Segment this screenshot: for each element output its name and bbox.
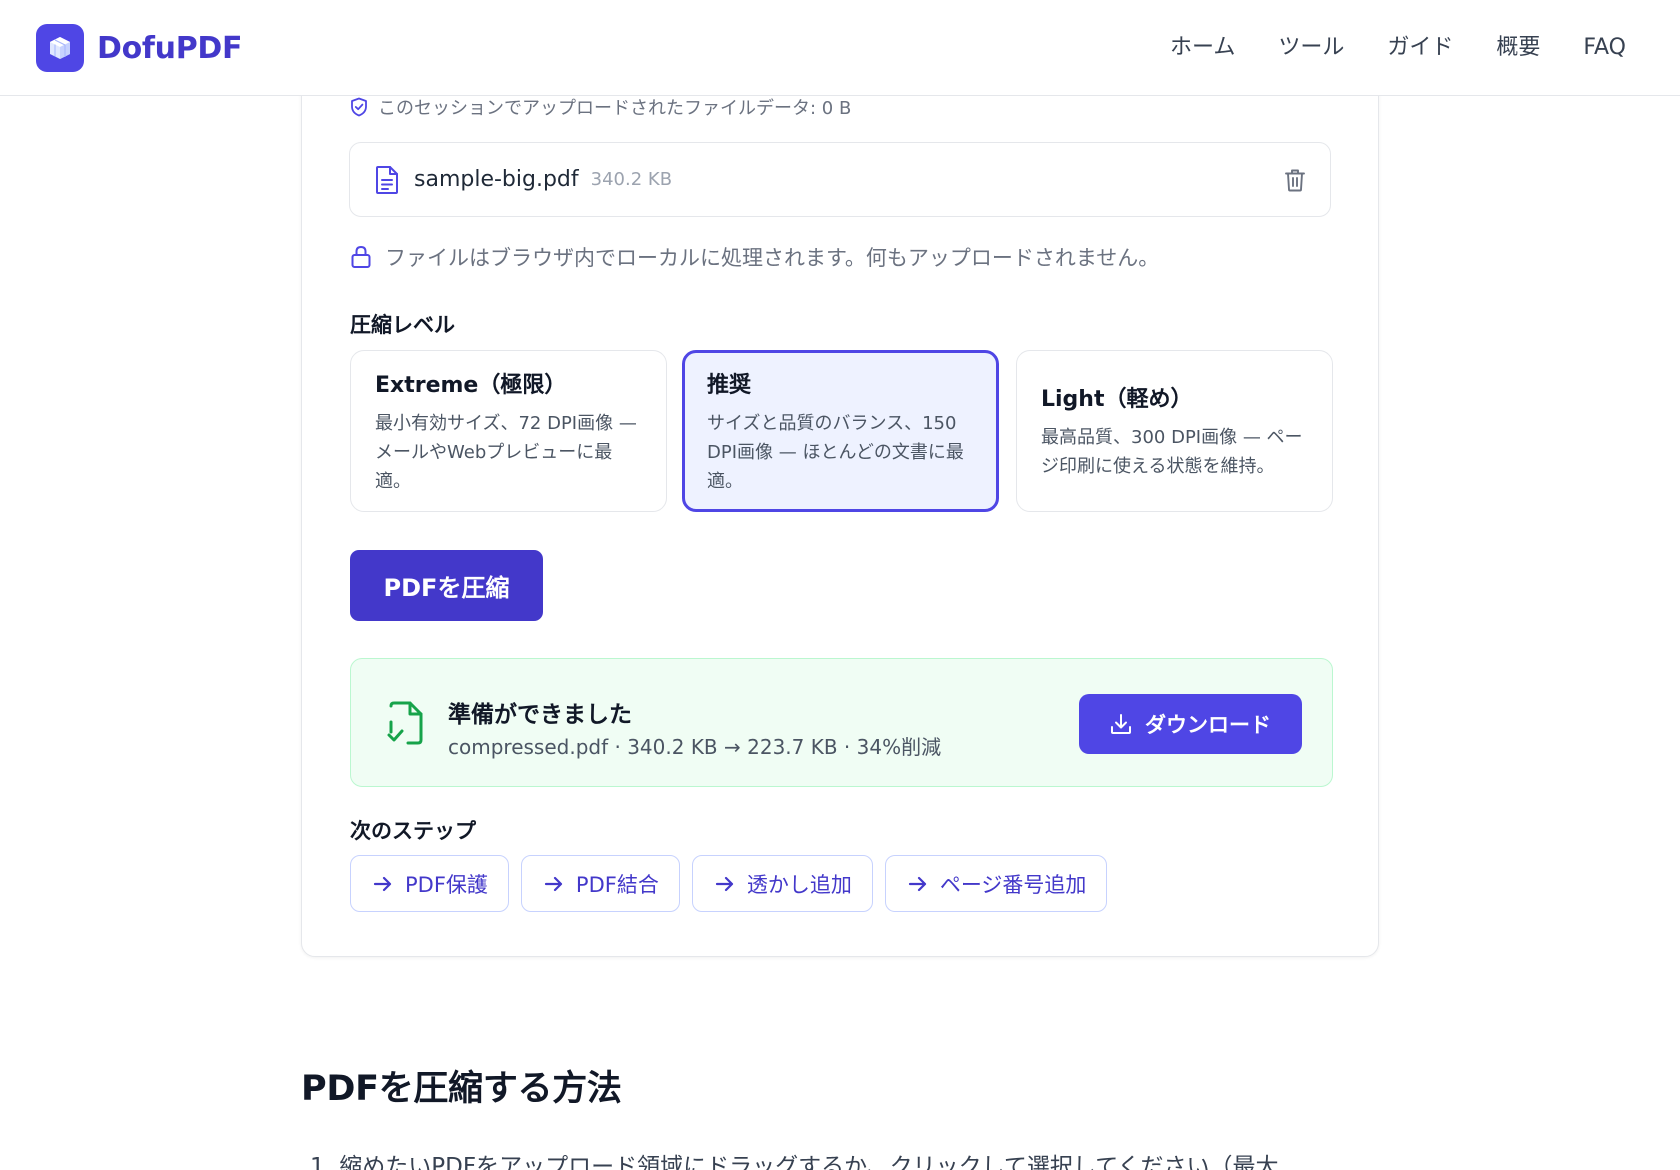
file-text-icon	[376, 165, 398, 194]
local-processing-note: ファイルはブラウザ内でローカルに処理されます。何もアップロードされません。	[350, 242, 1159, 272]
arrow-right-icon	[373, 876, 392, 891]
file-check-icon	[387, 701, 423, 745]
option-title: Light（軽め）	[1041, 387, 1193, 412]
next-step-merge-pdf[interactable]: PDF結合	[520, 855, 680, 912]
result-panel: 準備ができました compressed.pdf · 340.2 KB → 223…	[350, 658, 1333, 787]
nav-faq[interactable]: FAQ	[1583, 30, 1626, 66]
file-size: 340.2 KB	[590, 169, 673, 190]
howto-step-1: 1. 縮めたいPDFをアップロード領域にドラッグするか、クリックして選択してくだ…	[310, 1154, 1279, 1170]
next-steps-title: 次のステップ	[350, 819, 476, 843]
arrow-right-icon	[908, 876, 926, 891]
nav-tools[interactable]: ツール	[1278, 30, 1344, 66]
option-title: 推奨	[707, 372, 752, 398]
arrow-right-icon	[715, 876, 733, 891]
session-text: このセッションでアップロードされたファイルデータ: 0 B	[378, 98, 852, 119]
compress-pdf-button[interactable]: PDFを圧縮	[350, 550, 543, 621]
local-processing-text: ファイルはブラウザ内でローカルに処理されます。何もアップロードされません。	[385, 246, 1160, 270]
nav-about[interactable]: 概要	[1496, 30, 1540, 66]
next-step-label: PDF結合	[575, 872, 659, 897]
nav-home[interactable]: ホーム	[1170, 30, 1235, 66]
site-header: DofuPDF ホーム ツール ガイド 概要 FAQ	[0, 0, 1680, 96]
next-step-label: 透かし追加	[746, 872, 852, 897]
option-desc: 最高品質、300 DPI画像 — ページ印刷に使える状態を維持。	[1041, 427, 1303, 477]
trash-icon[interactable]	[1284, 168, 1306, 192]
main-nav: ホーム ツール ガイド 概要 FAQ	[1127, 30, 1626, 66]
option-recommended[interactable]: 推奨 サイズと品質のバランス、150 DPI画像 — ほとんどの文書に最適。	[682, 350, 999, 512]
result-details: compressed.pdf · 340.2 KB → 223.7 KB · 3…	[448, 735, 942, 759]
logo[interactable]: DofuPDF	[36, 24, 243, 72]
option-title: Extreme（極限）	[375, 372, 567, 398]
option-extreme[interactable]: Extreme（極限） 最小有効サイズ、72 DPI画像 — メールやWebプレ…	[350, 350, 667, 512]
next-step-add-page-numbers[interactable]: ページ番号追加	[884, 855, 1108, 912]
next-steps: PDF保護 PDF結合 透かし追加 ページ番号追加	[350, 855, 1119, 912]
cube-icon	[36, 24, 84, 72]
download-button[interactable]: ダウンロード	[1079, 694, 1302, 754]
option-desc: サイズと品質のバランス、150 DPI画像 — ほとんどの文書に最適。	[707, 412, 964, 492]
uploaded-file: sample-big.pdf 340.2 KB	[349, 142, 1331, 217]
nav-guide[interactable]: ガイド	[1387, 30, 1453, 66]
result-title: 準備ができました	[448, 702, 632, 728]
download-icon	[1111, 714, 1131, 734]
arrow-right-icon	[544, 876, 563, 891]
next-step-protect-pdf[interactable]: PDF保護	[350, 855, 509, 912]
option-light[interactable]: Light（軽め） 最高品質、300 DPI画像 — ページ印刷に使える状態を維…	[1016, 350, 1333, 512]
howto-title: PDFを圧縮する方法	[301, 1069, 622, 1109]
lock-icon	[351, 246, 371, 268]
option-desc: 最小有効サイズ、72 DPI画像 — メールやWebプレビューに最適。	[375, 412, 637, 492]
logo-text: DofuPDF	[97, 30, 243, 66]
file-name: sample-big.pdf	[414, 167, 579, 192]
next-step-add-watermark[interactable]: 透かし追加	[691, 855, 873, 912]
next-step-label: ページ番号追加	[939, 872, 1087, 897]
shield-check-icon	[351, 97, 367, 117]
next-step-label: PDF保護	[405, 872, 488, 897]
compression-level-title: 圧縮レベル	[350, 313, 455, 337]
session-info: このセッションでアップロードされたファイルデータ: 0 B	[350, 94, 851, 120]
download-label: ダウンロード	[1145, 713, 1271, 737]
